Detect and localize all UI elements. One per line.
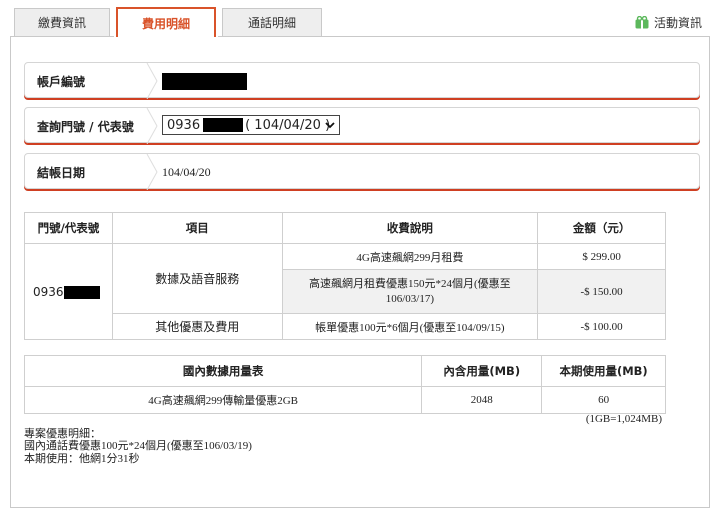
gift-icon xyxy=(635,16,649,29)
item-cell: 其他優惠及費用 xyxy=(111,313,283,340)
tab-payment-info[interactable]: 繳費資訊 xyxy=(14,8,110,36)
fee-table: 門號/代表號 項目 收費說明 金額（元） 0936 數據及語音服務 4G高速飆網… xyxy=(24,212,666,340)
notes-line: 本期使用：他網1分31秒 xyxy=(24,453,140,465)
number-select[interactable]: 0936 ( 104/04/20 ) xyxy=(162,115,340,135)
header-cell: 本期使用量(MB) xyxy=(541,355,666,387)
activity-info-link[interactable]: 活動資訊 xyxy=(635,14,702,31)
table-row: 其他優惠及費用 帳單優惠100元*6個月(優惠至104/09/15) -$ 10… xyxy=(25,313,666,340)
account-number-row: 帳戶編號 xyxy=(24,62,700,99)
amount-cell: -$ 150.00 xyxy=(537,269,666,314)
tab-label: 繳費資訊 xyxy=(37,16,86,30)
phone-number-cell: 0936 xyxy=(24,243,113,340)
redacted-block xyxy=(63,285,100,299)
header-cell: 金額（元） xyxy=(537,212,666,244)
table-header-row: 門號/代表號 項目 收費說明 金額（元） xyxy=(24,212,666,244)
data-usage-table: 國內數據用量表 內含用量(MB) 本期使用量(MB) 4G高速飆網299傳輸量優… xyxy=(23,355,666,414)
header-cell: 國內數據用量表 xyxy=(23,355,423,387)
header-cell: 收費說明 xyxy=(281,212,539,244)
header-cell: 內含用量(MB) xyxy=(421,355,543,387)
tab-underline-left xyxy=(10,36,114,37)
table-row: 0936 數據及語音服務 4G高速飆網299月租費 $ 299.00 xyxy=(24,243,666,340)
table-row: 4G高速飆網299傳輸量優惠2GB 2048 60 xyxy=(23,386,666,414)
tab-call-details[interactable]: 通話明細 xyxy=(222,8,322,36)
tab-fee-details[interactable]: 費用明細 xyxy=(116,7,216,37)
billing-date-value: 104/04/20 xyxy=(162,164,211,179)
query-number-label: 查詢門號 / 代表號 xyxy=(37,119,134,134)
included-cell: 2048 xyxy=(421,386,543,414)
promotion-notes: 專案優惠明細： 國內通話費優惠100元*24個月(優惠至106/03/19) 本… xyxy=(24,427,252,466)
description-cell: 4G高速飆網299月租費 xyxy=(281,243,539,270)
amount-cell: $ 299.00 xyxy=(537,243,666,270)
usage-cell: 60 xyxy=(541,386,666,414)
activity-info-label: 活動資訊 xyxy=(653,16,702,30)
tab-label: 費用明細 xyxy=(141,16,190,31)
amount-cell: -$ 100.00 xyxy=(537,313,666,340)
header-cell: 門號/代表號 xyxy=(24,212,113,244)
phone-prefix: 0936 xyxy=(33,284,64,299)
description-cell: 高速飆網月租費優惠150元*24個月(優惠至106/03/17) xyxy=(281,269,539,314)
query-number-row: 查詢門號 / 代表號 0936 ( 104/04/20 ) xyxy=(24,107,700,144)
header-cell: 項目 xyxy=(111,212,283,244)
table-header-row: 國內數據用量表 內含用量(MB) 本期使用量(MB) xyxy=(23,355,666,387)
account-number-label: 帳戶編號 xyxy=(37,74,86,89)
chevron-down-icon xyxy=(325,122,335,129)
divider-chevron-icon xyxy=(146,108,158,144)
notes-line: 國內通話費優惠100元*24個月(優惠至106/03/19) xyxy=(24,440,252,452)
tab-underline-right xyxy=(218,36,710,37)
divider-chevron-icon xyxy=(146,63,158,99)
redacted-block xyxy=(203,118,244,132)
description-cell: 帳單優惠100元*6個月(優惠至104/09/15) xyxy=(281,313,539,340)
item-cell: 數據及語音服務 xyxy=(111,243,283,314)
divider-chevron-icon xyxy=(146,154,158,190)
tab-label: 通話明細 xyxy=(247,16,296,30)
select-prefix: 0936 xyxy=(167,117,201,133)
billing-date-row: 結帳日期 104/04/20 xyxy=(24,153,700,190)
billing-date-label: 結帳日期 xyxy=(37,165,86,180)
unit-note: (1GB=1,024MB) xyxy=(585,413,662,425)
redacted-block xyxy=(162,72,247,90)
account-number-value xyxy=(162,63,247,99)
select-suffix: ( 104/04/20 ) xyxy=(245,117,331,133)
notes-title: 專案優惠明細： xyxy=(24,427,101,440)
plan-cell: 4G高速飆網299傳輸量優惠2GB xyxy=(23,386,423,414)
